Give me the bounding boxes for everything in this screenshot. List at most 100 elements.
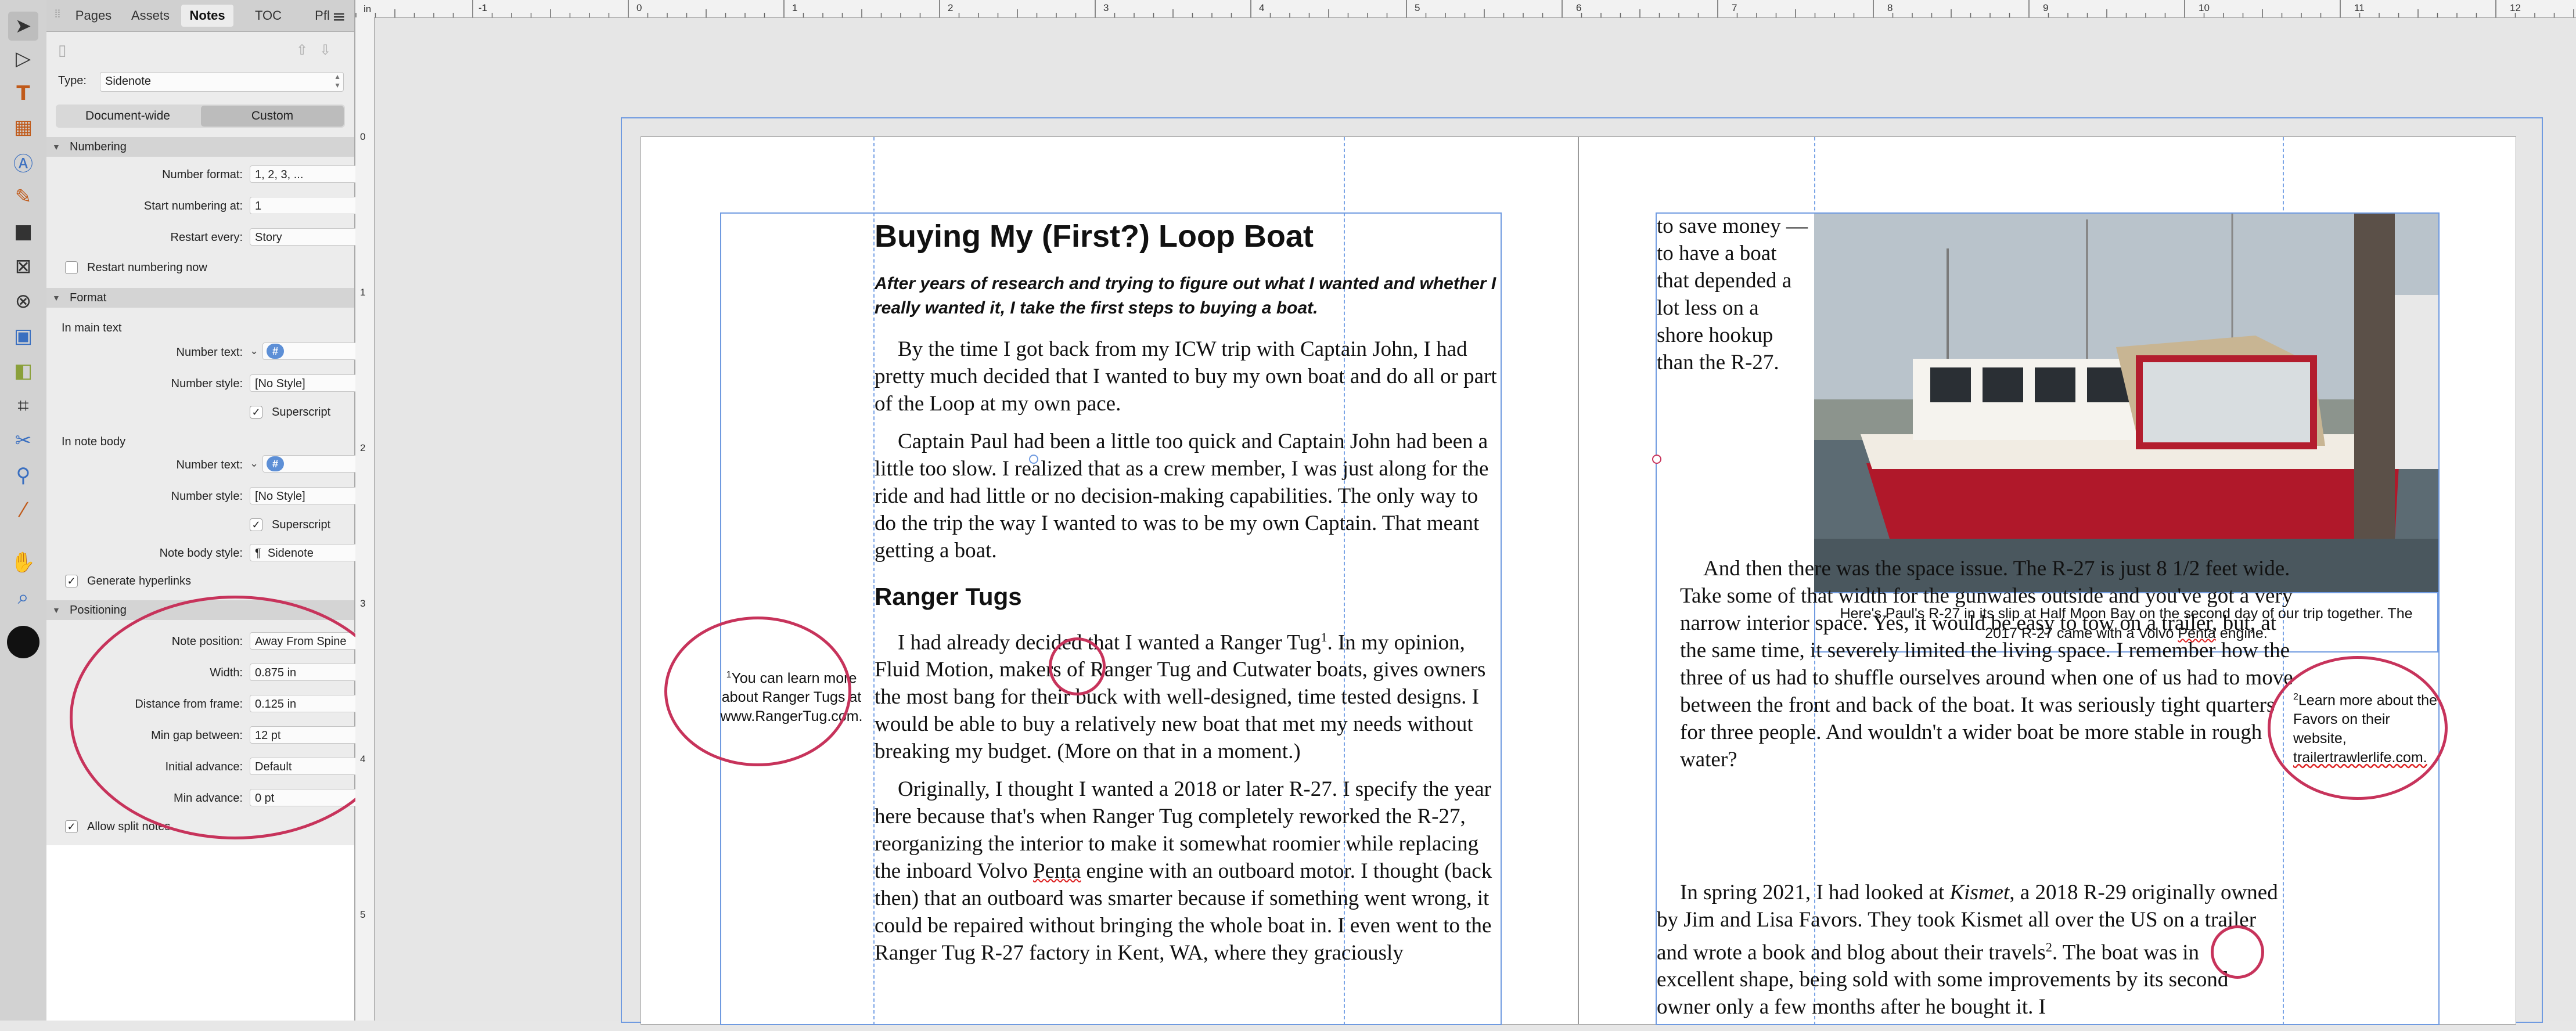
paragraph: to save money — to have a boat that depe…	[1657, 214, 1808, 374]
panel-tabs: ⁞⁞ Pages Assets Notes TOC Pfl ≡	[46, 0, 354, 32]
scope-segmented: Document-wide Custom	[56, 104, 345, 128]
ruler-label: -1	[478, 2, 488, 13]
left-page-content: Buying My (First?) Loop Boat After years…	[875, 218, 1499, 977]
document-canvas[interactable]: Buying My (First?) Loop Boat After years…	[375, 18, 2576, 1025]
ruler-label: 2	[948, 2, 954, 13]
number-token: #	[267, 344, 285, 359]
in-note-body-label: In note body	[62, 435, 126, 448]
right-body: And then there was the space issue. The …	[1657, 555, 2293, 784]
panel-grip-icon[interactable]: ⁞⁞	[55, 8, 60, 20]
misspelled-word[interactable]: Penta	[1033, 859, 1081, 883]
chevron-down-icon[interactable]: ⌄	[250, 457, 258, 470]
generate-hyperlinks-label: Generate hyperlinks	[87, 575, 191, 587]
start-numbering-label: Start numbering at:	[143, 200, 243, 212]
sidenote-2[interactable]: 2Learn more about the Favors on their we…	[2293, 687, 2438, 767]
disclosure-icon: ▼	[52, 605, 60, 615]
note-reference-2[interactable]: 2	[2046, 940, 2052, 954]
table-tool-icon[interactable]: ▦	[8, 113, 38, 142]
zoom-tool-icon[interactable]: ⌕	[8, 583, 38, 612]
transparency-tool-icon[interactable]: ✂	[8, 426, 38, 455]
frame-handle[interactable]	[1652, 455, 1661, 464]
initial-advance-label: Initial advance:	[165, 760, 243, 773]
paragraph: I had already decided that I wanted a Ra…	[875, 623, 1499, 765]
frame-text-tool-icon[interactable]: Ⓐ	[8, 147, 38, 176]
paragraph-text: And then there was the space issue. The …	[1680, 557, 2293, 772]
format-section-header[interactable]: ▼ Format	[46, 288, 354, 308]
disclosure-icon: ▼	[52, 293, 60, 302]
ruler-unit: in	[364, 3, 372, 15]
left-body: By the time I got back from my ICW trip …	[875, 336, 1499, 967]
in-main-text-label: In main text	[62, 322, 122, 334]
note-body-style-value: Sidenote	[267, 547, 314, 560]
start-numbering-value: 1	[255, 200, 262, 212]
subhead-ranger-tugs: Ranger Tugs	[875, 583, 1022, 610]
superscript-checkbox[interactable]: ✓	[250, 406, 262, 419]
type-label: Type:	[58, 74, 87, 87]
sidenote-1[interactable]: 1You can learn more about Ranger Tugs at…	[719, 665, 864, 726]
tab-assets[interactable]: Assets	[122, 5, 179, 27]
panel-menu-icon[interactable]: ≡	[332, 7, 346, 26]
move-down-icon[interactable]: ⇩	[319, 42, 331, 59]
color-wells-icon[interactable]	[7, 626, 39, 658]
picture-frame-tool-icon[interactable]: ⊠	[8, 252, 38, 281]
node-tool-icon[interactable]: ▷	[8, 44, 38, 73]
restart-now-checkbox[interactable]	[65, 261, 78, 274]
article-deck: After years of research and trying to fi…	[875, 274, 1496, 318]
sidenote-link[interactable]: trailertrawlerlife.com.	[2293, 749, 2427, 766]
boat-photo[interactable]	[1814, 214, 2438, 592]
hand-tool-icon[interactable]: ✋	[8, 548, 38, 577]
move-tool-icon[interactable]: ➤	[8, 12, 38, 41]
ruler-label: 0	[360, 131, 366, 142]
note-reference-1[interactable]: 1	[1321, 630, 1327, 644]
numbering-section-header[interactable]: ▼ Numbering	[46, 137, 354, 157]
panel-empty-area	[46, 845, 354, 1021]
superscript-label: Superscript	[272, 406, 331, 419]
positioning-section-header[interactable]: ▼ Positioning	[46, 600, 354, 620]
ruler-label: 11	[2354, 2, 2365, 13]
body-superscript-checkbox[interactable]: ✓	[250, 518, 262, 531]
tab-toc[interactable]: TOC	[240, 5, 296, 27]
body-number-text-label: Number text:	[176, 459, 243, 471]
ruler-label: 4	[1259, 2, 1265, 13]
tab-pages[interactable]: Pages	[69, 5, 118, 27]
right-page[interactable]: Here's Paul's R-27 in its slip at Half M…	[1578, 136, 2516, 1025]
positioning-header-label: Positioning	[70, 604, 127, 617]
distance-from-frame-label: Distance from frame:	[135, 698, 243, 711]
width-label: Width:	[210, 666, 243, 679]
paragraph-text: In spring 2021, I had looked at	[1680, 881, 1950, 904]
crop-tool-icon[interactable]: ⌗	[8, 391, 38, 420]
chevron-down-icon[interactable]: ⌄	[250, 345, 258, 357]
paragraph: Captain Paul had been a little too quick…	[875, 430, 1489, 563]
sidenote-text: Learn more about the Favors on their web…	[2293, 692, 2437, 747]
chevron-updown-icon: ▲▼	[334, 73, 341, 89]
color-picker-tool-icon[interactable]: ⚲	[8, 461, 38, 490]
fill-tool-icon[interactable]: ◧	[8, 356, 38, 385]
article-title: Buying My (First?) Loop Boat	[875, 219, 1314, 254]
pen-tool-icon[interactable]: ✎	[8, 182, 38, 211]
allow-split-notes-checkbox[interactable]: ✓	[65, 820, 78, 833]
tab-notes[interactable]: Notes	[181, 5, 233, 27]
note-page-icon[interactable]: ▯	[58, 42, 66, 59]
pilcrow-icon: ¶	[255, 547, 261, 560]
min-gap-value: 12 pt	[255, 729, 281, 742]
generate-hyperlinks-checkbox[interactable]: ✓	[65, 575, 78, 587]
note-position-label: Note position:	[171, 635, 243, 648]
type-dropdown[interactable]: Sidenote ▲ ▼	[100, 72, 344, 92]
rectangle-tool-icon[interactable]: ■	[8, 217, 38, 246]
number-style-label: Number style:	[171, 377, 243, 390]
ruler-label: 3	[360, 598, 366, 609]
artistic-text-tool-icon[interactable]: T	[8, 79, 38, 108]
custom-button[interactable]: Custom	[201, 106, 344, 127]
left-page[interactable]: Buying My (First?) Loop Boat After years…	[641, 136, 1578, 1025]
place-image-tool-icon[interactable]: ▣	[8, 322, 38, 351]
ellipse-frame-tool-icon[interactable]: ⊗	[8, 287, 38, 316]
restart-every-label: Restart every:	[170, 231, 243, 244]
eyedropper-tool-icon[interactable]: ⁄	[8, 496, 38, 525]
document-wide-button[interactable]: Document-wide	[57, 106, 199, 127]
ruler-label: 1	[360, 287, 366, 298]
move-up-icon[interactable]: ⇧	[296, 42, 308, 59]
frame-handle[interactable]	[1029, 455, 1038, 464]
restart-every-value: Story	[255, 231, 282, 244]
ruler-label: 9	[2043, 2, 2049, 13]
paragraph: And then there was the space issue. The …	[1657, 555, 2293, 773]
